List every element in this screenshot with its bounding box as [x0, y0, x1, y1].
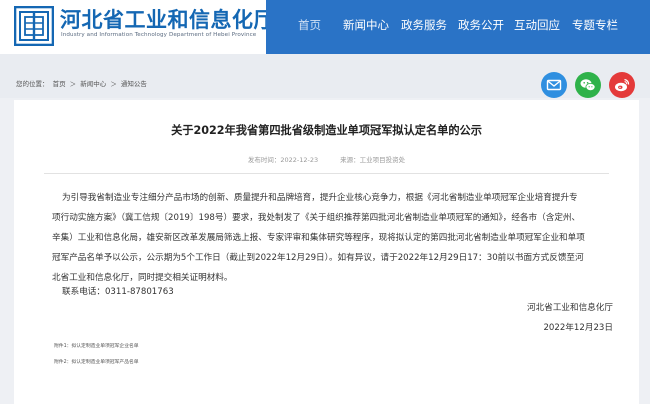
breadcrumb-news[interactable]: 新闻中心: [80, 80, 106, 88]
paragraph-line: 为引导我省制造业专注细分产品市场的创新、质量提升和品牌培育，提升企业核心竞争力，…: [62, 193, 578, 203]
article-title: 关于2022年我省第四批省级制造业单项冠军拟认定名单的公示: [171, 124, 482, 137]
wechat-share-button[interactable]: [575, 72, 601, 98]
site-header: 河北省工业和信息化厅 Industry and Information Tech…: [0, 0, 650, 54]
breadcrumb-notices[interactable]: 通知公告: [121, 80, 147, 88]
weibo-share-button[interactable]: [609, 72, 635, 98]
main-nav: 首页 新闻中心 政务服务 政务公开 互动回应 专题专栏: [266, 0, 650, 54]
attachment-link[interactable]: 附件1：拟认定制造业单项冠军企业名单: [54, 342, 139, 349]
article-card: 关于2022年我省第四批省级制造业单项冠军拟认定名单的公示 发布时间：2022-…: [14, 100, 639, 404]
nav-special-topics[interactable]: 专题专栏: [572, 17, 618, 33]
nav-home[interactable]: 首页: [298, 17, 321, 33]
email-icon: [546, 79, 562, 91]
article-source: 来源：工业项目投资处: [340, 156, 406, 164]
nav-public-affairs[interactable]: 政务公开: [458, 17, 504, 33]
paragraph-line: 冠军产品名单予以公示，公示期为5个工作日（截止到2022年12月29日）。如有异…: [52, 253, 584, 263]
paragraph-line: 北省工业和信息化厅，同时提交相关证明材料。: [52, 273, 233, 283]
paragraph-line: 辛集）工业和信息化局，雄安新区改革发展局筛选上报、专家评审和集体研究等程序，现将…: [52, 233, 585, 243]
nav-news[interactable]: 新闻中心: [343, 17, 389, 33]
article-meta: 发布时间：2022-12-23 来源：工业项目投资处: [14, 154, 639, 164]
title-divider: [44, 173, 609, 174]
site-title[interactable]: 河北省工业和信息化厅: [60, 4, 275, 34]
signature-org: 河北省工业和信息化厅: [527, 303, 613, 313]
site-subtitle: Industry and Information Technology Depa…: [61, 32, 257, 38]
breadcrumb-separator: ＞: [110, 80, 117, 88]
attachment-link[interactable]: 附件2：拟认定制造业单项冠军产品名单: [54, 358, 139, 365]
breadcrumb: 您的位置： 首页 ＞ 新闻中心 ＞ 通知公告: [16, 78, 149, 88]
breadcrumb-separator: ＞: [69, 80, 77, 88]
publish-date: 发布时间：2022-12-23: [247, 156, 319, 164]
signature-date: 2022年12月23日: [543, 323, 613, 333]
breadcrumb-label: 您的位置：: [16, 80, 49, 88]
wechat-icon: [580, 79, 596, 91]
paragraph-line: 项行动实施方案》（冀工信规〔2019〕198号）要求，我处制发了《关于组织推荐第…: [52, 213, 581, 223]
weibo-icon: [615, 78, 630, 92]
email-share-button[interactable]: [541, 72, 567, 98]
contact-phone: 联系电话：0311-87801763: [62, 287, 174, 297]
department-logo-icon[interactable]: [14, 6, 54, 46]
nav-interaction[interactable]: 互动回应: [514, 17, 560, 33]
breadcrumb-home[interactable]: 首页: [53, 80, 66, 88]
nav-services[interactable]: 政务服务: [401, 17, 447, 33]
